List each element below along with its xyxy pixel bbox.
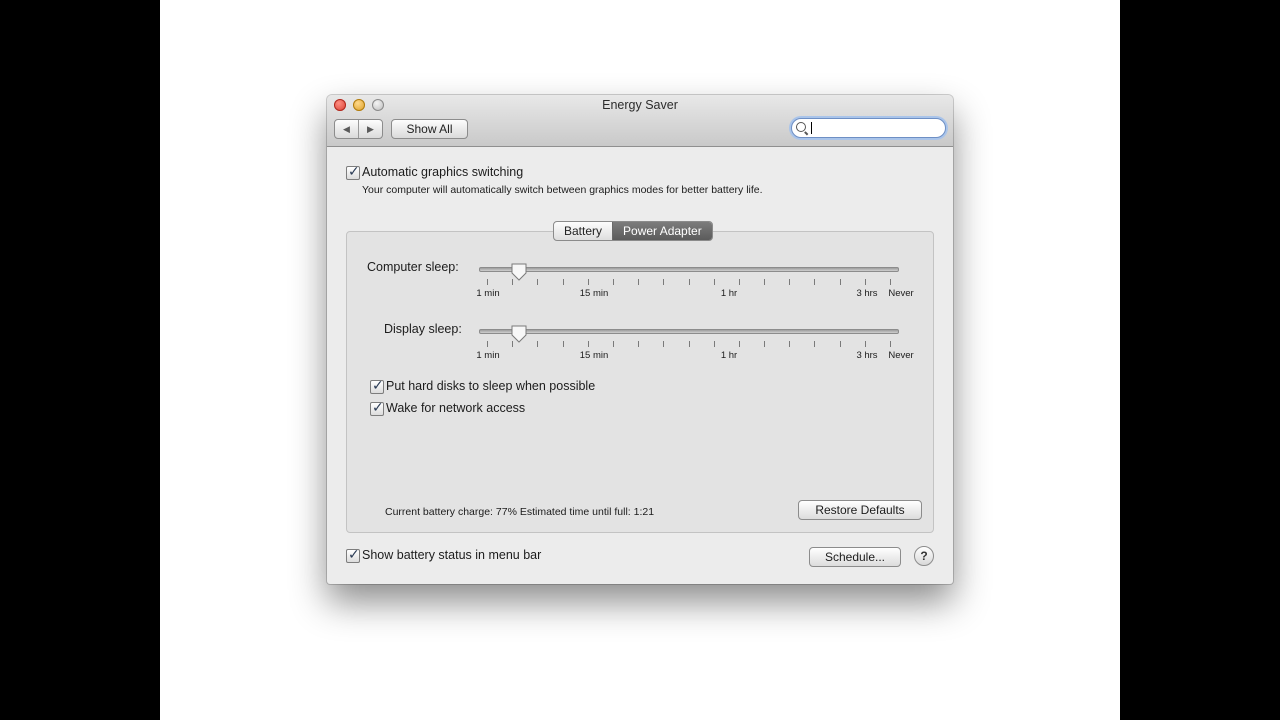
- computer-sleep-label: Computer sleep:: [367, 260, 459, 274]
- slider-tick-mark: [638, 341, 639, 347]
- title-bar: Energy Saver ◀ ▶ Show All: [327, 95, 953, 147]
- slider-tick-mark: [487, 279, 488, 285]
- computer-sleep-tick-label: Never: [888, 288, 914, 299]
- show-battery-status-label: Show battery status in menu bar: [362, 548, 542, 562]
- slider-tick-mark: [588, 279, 589, 285]
- slider-tick-mark: [563, 341, 564, 347]
- slider-tick-mark: [638, 279, 639, 285]
- slider-tick-mark: [689, 341, 690, 347]
- display-sleep-label: Display sleep:: [384, 322, 462, 336]
- slider-tick-mark: [814, 279, 815, 285]
- slider-tick-mark: [714, 279, 715, 285]
- slider-tick-mark: [739, 279, 740, 285]
- tab-power-adapter[interactable]: Power Adapter: [612, 222, 712, 240]
- computer-sleep-slider-track[interactable]: [479, 267, 899, 272]
- computer-sleep-slider-thumb[interactable]: [511, 263, 527, 281]
- computer-sleep-tick-label: 1 hr: [720, 288, 738, 299]
- hard-disk-sleep-checkbox[interactable]: ✓: [370, 377, 384, 394]
- display-sleep-slider-thumb[interactable]: [511, 325, 527, 343]
- wake-network-checkbox[interactable]: ✓: [370, 399, 384, 416]
- slider-tick-mark: [613, 341, 614, 347]
- schedule-button[interactable]: Schedule...: [809, 547, 901, 567]
- slider-tick-mark: [865, 279, 866, 285]
- wake-network-label: Wake for network access: [386, 401, 526, 415]
- forward-arrow-icon: ▶: [367, 123, 374, 134]
- display-sleep-tick-label: 15 min: [579, 350, 609, 361]
- slider-tick-mark: [764, 341, 765, 347]
- text-cursor: [811, 122, 812, 134]
- graphics-switching-checkbox[interactable]: ✓: [346, 163, 360, 180]
- slider-tick-mark: [588, 341, 589, 347]
- hard-disk-sleep-label: Put hard disks to sleep when possible: [386, 379, 596, 393]
- slider-tick-mark: [865, 341, 866, 347]
- display-sleep-tick-label: 1 hr: [720, 350, 738, 361]
- display-sleep-slider-track[interactable]: [479, 329, 899, 334]
- restore-defaults-button[interactable]: Restore Defaults: [798, 500, 922, 520]
- show-all-button[interactable]: Show All: [391, 119, 468, 139]
- slider-tick-mark: [613, 279, 614, 285]
- slider-tick-mark: [537, 341, 538, 347]
- slider-tick-mark: [563, 279, 564, 285]
- slider-tick-mark: [840, 341, 841, 347]
- slider-tick-mark: [714, 341, 715, 347]
- window-title: Energy Saver: [602, 98, 678, 112]
- slider-tick-mark: [764, 279, 765, 285]
- energy-saver-window: Energy Saver ◀ ▶ Show All ✓ Automatic gr…: [327, 95, 953, 584]
- slider-tick-mark: [890, 341, 891, 347]
- display-sleep-tick-label: Never: [888, 350, 914, 361]
- checkmark-icon: ✓: [348, 163, 360, 179]
- back-button[interactable]: ◀: [335, 120, 358, 138]
- slider-tick-mark: [789, 279, 790, 285]
- slider-tick-mark: [663, 279, 664, 285]
- slider-tick-mark: [890, 279, 891, 285]
- checkmark-icon: ✓: [372, 377, 384, 393]
- magnifier-icon: [796, 122, 806, 132]
- search-field[interactable]: [791, 118, 946, 138]
- slider-tick-mark: [739, 341, 740, 347]
- slider-tick-mark: [663, 341, 664, 347]
- computer-sleep-tick-label: 3 hrs: [856, 288, 878, 299]
- display-sleep-ticks: [487, 341, 891, 347]
- tab-battery[interactable]: Battery: [554, 222, 612, 240]
- slider-tick-mark: [840, 279, 841, 285]
- battery-status-text: Current battery charge: 77% Estimated ti…: [385, 506, 655, 518]
- back-forward-control: ◀ ▶: [334, 119, 383, 139]
- help-button[interactable]: ?: [914, 546, 934, 566]
- slider-tick-mark: [789, 341, 790, 347]
- computer-sleep-ticks: [487, 279, 891, 285]
- slider-tick-mark: [689, 279, 690, 285]
- forward-button[interactable]: ▶: [358, 120, 382, 138]
- segmented-tabs: Battery Power Adapter: [553, 221, 713, 241]
- checkmark-icon: ✓: [372, 399, 384, 415]
- slider-tick-mark: [814, 341, 815, 347]
- checkmark-icon: ✓: [348, 546, 360, 562]
- show-battery-status-checkbox[interactable]: ✓: [346, 546, 360, 563]
- display-sleep-tick-label: 3 hrs: [856, 350, 878, 361]
- slider-tick-mark: [537, 279, 538, 285]
- slider-tick-mark: [512, 341, 513, 347]
- display-sleep-tick-label: 1 min: [476, 350, 500, 361]
- graphics-switching-description: Your computer will automatically switch …: [362, 184, 763, 196]
- computer-sleep-tick-label: 15 min: [579, 288, 609, 299]
- graphics-switching-label: Automatic graphics switching: [362, 165, 524, 179]
- back-arrow-icon: ◀: [343, 123, 350, 134]
- computer-sleep-tick-label: 1 min: [476, 288, 500, 299]
- slider-tick-mark: [512, 279, 513, 285]
- slider-tick-mark: [487, 341, 488, 347]
